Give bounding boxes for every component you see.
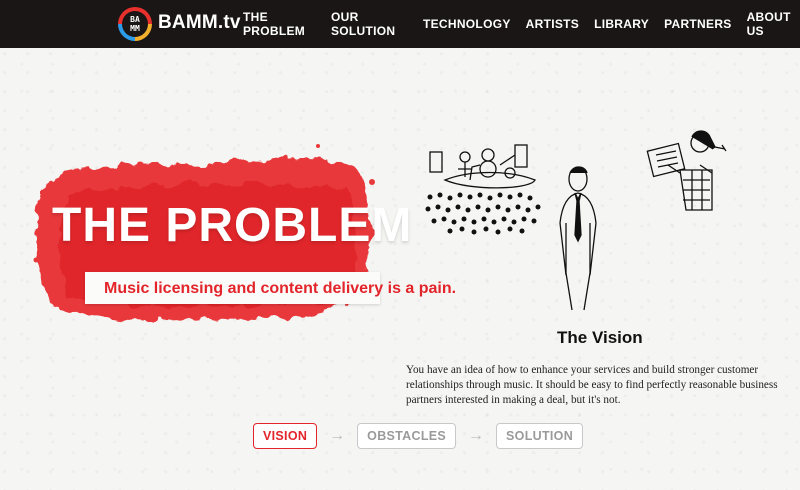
problem-steps: VISION → OBSTACLES → SOLUTION (253, 423, 584, 449)
vision-illustration (425, 130, 727, 311)
brand-name[interactable]: BAMM.tv (158, 12, 241, 34)
step-solution-button[interactable]: SOLUTION (496, 423, 584, 449)
nav-item-artists[interactable]: ARTISTS (525, 17, 580, 31)
businessman-drawing (559, 166, 597, 311)
nav-item-partners[interactable]: PARTNERS (663, 17, 733, 31)
main-nav: THE PROBLEM OUR SOLUTION TECHNOLOGY ARTI… (242, 0, 800, 48)
nav-item-our-solution[interactable]: OUR SOLUTION (330, 10, 409, 38)
hero-subtitle: Music licensing and content delivery is … (104, 280, 457, 297)
hero-title: THE PROBLEM (52, 199, 413, 252)
logo-mark: BA MM (122, 11, 148, 37)
step-vision-button[interactable]: VISION (253, 423, 318, 449)
nav-item-about-us[interactable]: ABOUT US (746, 10, 800, 38)
logo-text-bottom: MM (130, 24, 140, 33)
vision-heading: The Vision (557, 328, 643, 347)
nav-item-technology[interactable]: TECHNOLOGY (422, 17, 512, 31)
arrow-right-icon: → (468, 427, 485, 444)
logo-text-top: BA (130, 15, 140, 24)
man-reading-drawing (646, 130, 727, 211)
nav-item-the-problem[interactable]: THE PROBLEM (242, 10, 317, 38)
step-obstacles-button[interactable]: OBSTACLES (357, 423, 457, 449)
crowd-dots-drawing (425, 192, 541, 235)
vision-description: You have an idea of how to enhance your … (406, 364, 778, 407)
band-stage-drawing (429, 144, 536, 189)
nav-item-library[interactable]: LIBRARY (593, 17, 650, 31)
arrow-right-icon: → (329, 427, 346, 444)
top-navbar: BA MM BAMM.tv THE PROBLEM OUR SOLUTION T… (0, 0, 800, 48)
bamm-logo[interactable]: BA MM (118, 7, 152, 41)
